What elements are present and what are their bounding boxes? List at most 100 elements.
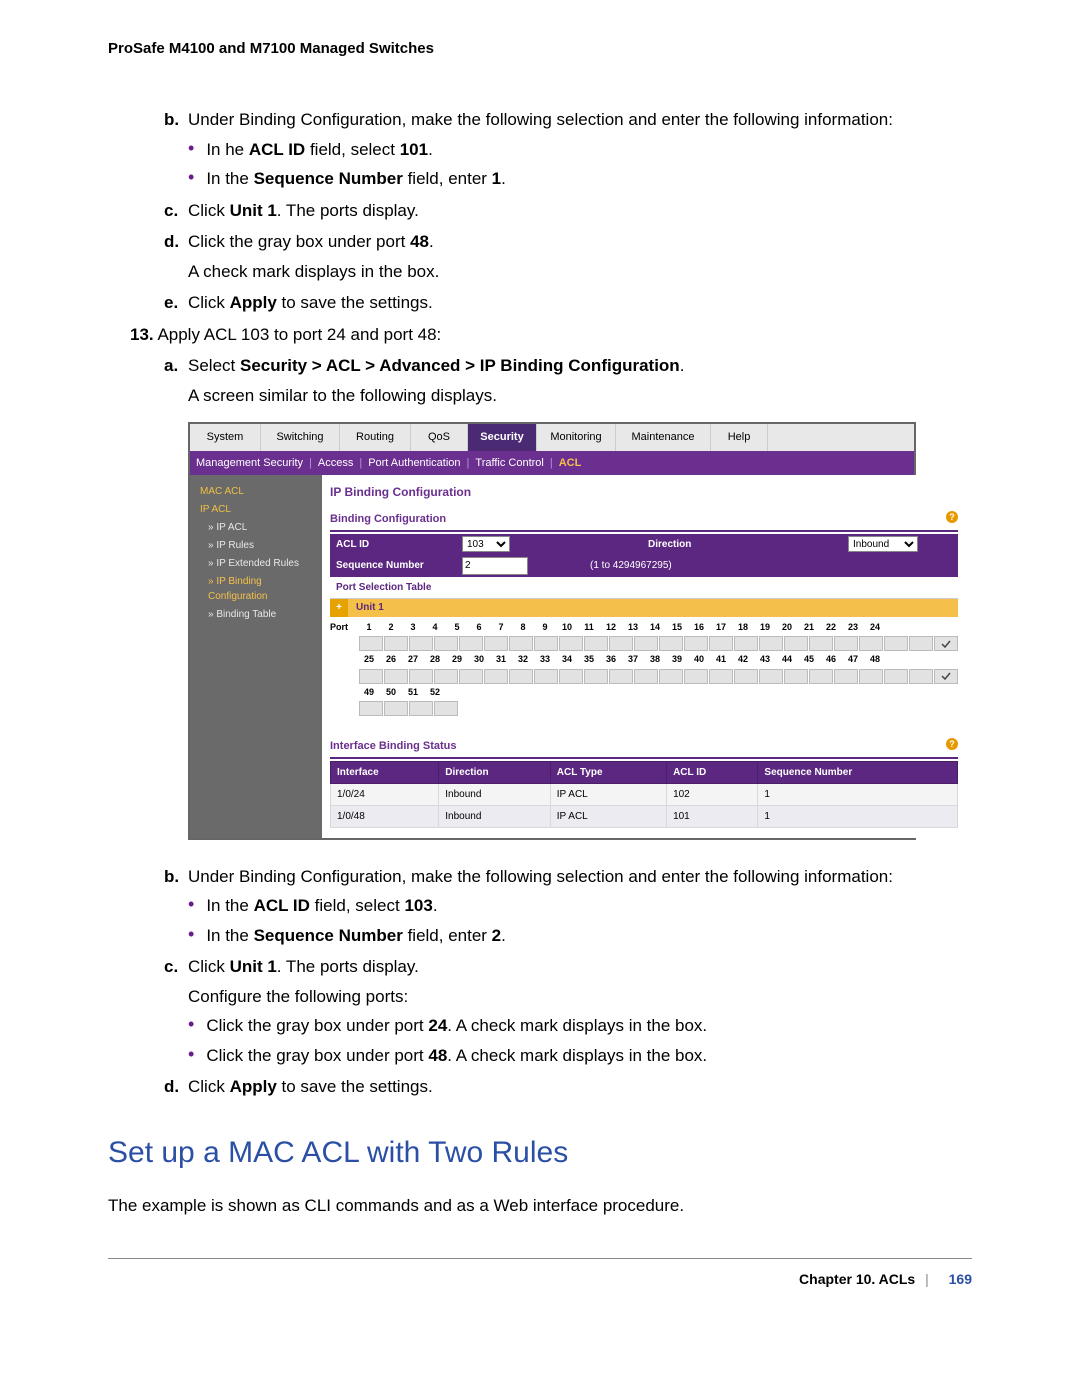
bullet-icon [188, 137, 194, 159]
port-4-checkbox[interactable] [434, 636, 458, 651]
sidebar-item[interactable]: » IP ACL [196, 520, 316, 535]
port-15-checkbox[interactable] [709, 636, 733, 651]
unit-label[interactable]: Unit 1 [348, 600, 392, 615]
section-title: Set up a MAC ACL with Two Rules [108, 1130, 972, 1175]
port-24-checkbox[interactable] [934, 636, 958, 651]
subnav-port-authentication[interactable]: Port Authentication [368, 457, 460, 469]
tab-security[interactable]: Security [468, 424, 537, 451]
port-43-checkbox[interactable] [809, 669, 833, 684]
tab-qos[interactable]: QoS [411, 424, 468, 451]
port-46-checkbox[interactable] [884, 669, 908, 684]
port-37-checkbox[interactable] [659, 669, 683, 684]
help-icon[interactable]: ? [946, 511, 958, 523]
tab-monitoring[interactable]: Monitoring [537, 424, 616, 451]
port-50-checkbox[interactable] [384, 701, 408, 716]
status-section-title: Interface Binding Status ? [330, 738, 958, 759]
port-8-checkbox[interactable] [534, 636, 558, 651]
port-5-checkbox[interactable] [459, 636, 483, 651]
tab-switching[interactable]: Switching [261, 424, 340, 451]
port-47-checkbox[interactable] [909, 669, 933, 684]
binding-section-title: Binding Configuration ? [330, 511, 958, 532]
tab-maintenance[interactable]: Maintenance [616, 424, 711, 451]
bullet-icon [188, 1043, 194, 1065]
subnav-traffic-control[interactable]: Traffic Control [475, 457, 543, 469]
port-35-checkbox[interactable] [609, 669, 633, 684]
port-16-checkbox[interactable] [734, 636, 758, 651]
subnav-access[interactable]: Access [318, 457, 353, 469]
subnav-management-security[interactable]: Management Security [196, 457, 303, 469]
tab-system[interactable]: System [190, 424, 261, 451]
sidebar-item[interactable]: » IP Binding Configuration [196, 574, 316, 604]
port-39-checkbox[interactable] [709, 669, 733, 684]
tab-help[interactable]: Help [711, 424, 768, 451]
port-grid: Port123456789101112131415161718192021222… [330, 621, 958, 717]
port-38-checkbox[interactable] [684, 669, 708, 684]
step-c2: c.Click Unit 1. The ports display. [108, 954, 972, 980]
port-10-checkbox[interactable] [584, 636, 608, 651]
port-20-checkbox[interactable] [834, 636, 858, 651]
sidebar-item[interactable]: » IP Extended Rules [196, 556, 316, 571]
main-pane: IP Binding Configuration Binding Configu… [322, 475, 966, 838]
port-7-checkbox[interactable] [509, 636, 533, 651]
step-13: 13. Apply ACL 103 to port 24 and port 48… [130, 322, 972, 348]
port-9-checkbox[interactable] [559, 636, 583, 651]
port-40-checkbox[interactable] [734, 669, 758, 684]
status-table: InterfaceDirectionACL TypeACL IDSequence… [330, 761, 958, 828]
port-42-checkbox[interactable] [784, 669, 808, 684]
step-b2-bullet-2: In the Sequence Number field, enter 2. [188, 923, 972, 949]
port-32-checkbox[interactable] [534, 669, 558, 684]
acl-id-select[interactable]: 103 [462, 536, 510, 552]
step-e1: e.Click Apply to save the settings. [108, 290, 972, 316]
port-17-checkbox[interactable] [759, 636, 783, 651]
port-12-checkbox[interactable] [634, 636, 658, 651]
port-44-checkbox[interactable] [834, 669, 858, 684]
port-18-checkbox[interactable] [784, 636, 808, 651]
tab-routing[interactable]: Routing [340, 424, 411, 451]
screenshot-panel: SystemSwitchingRoutingQoSSecurityMonitor… [188, 422, 916, 840]
unit-row[interactable]: + Unit 1 [330, 599, 958, 617]
direction-select[interactable]: Inbound [848, 536, 918, 552]
subnav-acl[interactable]: ACL [559, 457, 582, 469]
seq-input[interactable] [462, 557, 528, 575]
port-45-checkbox[interactable] [859, 669, 883, 684]
port-41-checkbox[interactable] [759, 669, 783, 684]
sidebar-item[interactable]: » Binding Table [196, 607, 316, 622]
port-49-checkbox[interactable] [359, 701, 383, 716]
port-51-checkbox[interactable] [409, 701, 433, 716]
port-34-checkbox[interactable] [584, 669, 608, 684]
sidebar-item[interactable]: IP ACL [196, 502, 316, 517]
step-b1: b.Under Binding Configuration, make the … [108, 107, 972, 133]
port-26-checkbox[interactable] [384, 669, 408, 684]
port-1-checkbox[interactable] [359, 636, 383, 651]
port-31-checkbox[interactable] [509, 669, 533, 684]
table-row: 1/0/48InboundIP ACL1011 [331, 805, 958, 827]
port-29-checkbox[interactable] [459, 669, 483, 684]
help-icon[interactable]: ? [946, 738, 958, 750]
port-11-checkbox[interactable] [609, 636, 633, 651]
sidebar-item[interactable]: » IP Rules [196, 538, 316, 553]
port-3-checkbox[interactable] [409, 636, 433, 651]
port-23-checkbox[interactable] [909, 636, 933, 651]
port-14-checkbox[interactable] [684, 636, 708, 651]
port-48-checkbox[interactable] [934, 669, 958, 684]
port-19-checkbox[interactable] [809, 636, 833, 651]
port-36-checkbox[interactable] [634, 669, 658, 684]
step-a: a.Select Security > ACL > Advanced > IP … [108, 353, 972, 379]
port-28-checkbox[interactable] [434, 669, 458, 684]
port-52-checkbox[interactable] [434, 701, 458, 716]
seq-hint: (1 to 4294967295) [590, 558, 672, 573]
port-27-checkbox[interactable] [409, 669, 433, 684]
sidebar-item[interactable]: MAC ACL [196, 484, 316, 499]
step-a-note: A screen similar to the following displa… [188, 383, 972, 409]
plus-icon[interactable]: + [330, 599, 348, 617]
port-33-checkbox[interactable] [559, 669, 583, 684]
port-6-checkbox[interactable] [484, 636, 508, 651]
direction-label: Direction [642, 534, 697, 555]
sidebar: MAC ACL IP ACL » IP ACL » IP Rules » IP Exte… [190, 475, 322, 838]
port-30-checkbox[interactable] [484, 669, 508, 684]
port-2-checkbox[interactable] [384, 636, 408, 651]
port-13-checkbox[interactable] [659, 636, 683, 651]
port-25-checkbox[interactable] [359, 669, 383, 684]
port-21-checkbox[interactable] [859, 636, 883, 651]
port-22-checkbox[interactable] [884, 636, 908, 651]
